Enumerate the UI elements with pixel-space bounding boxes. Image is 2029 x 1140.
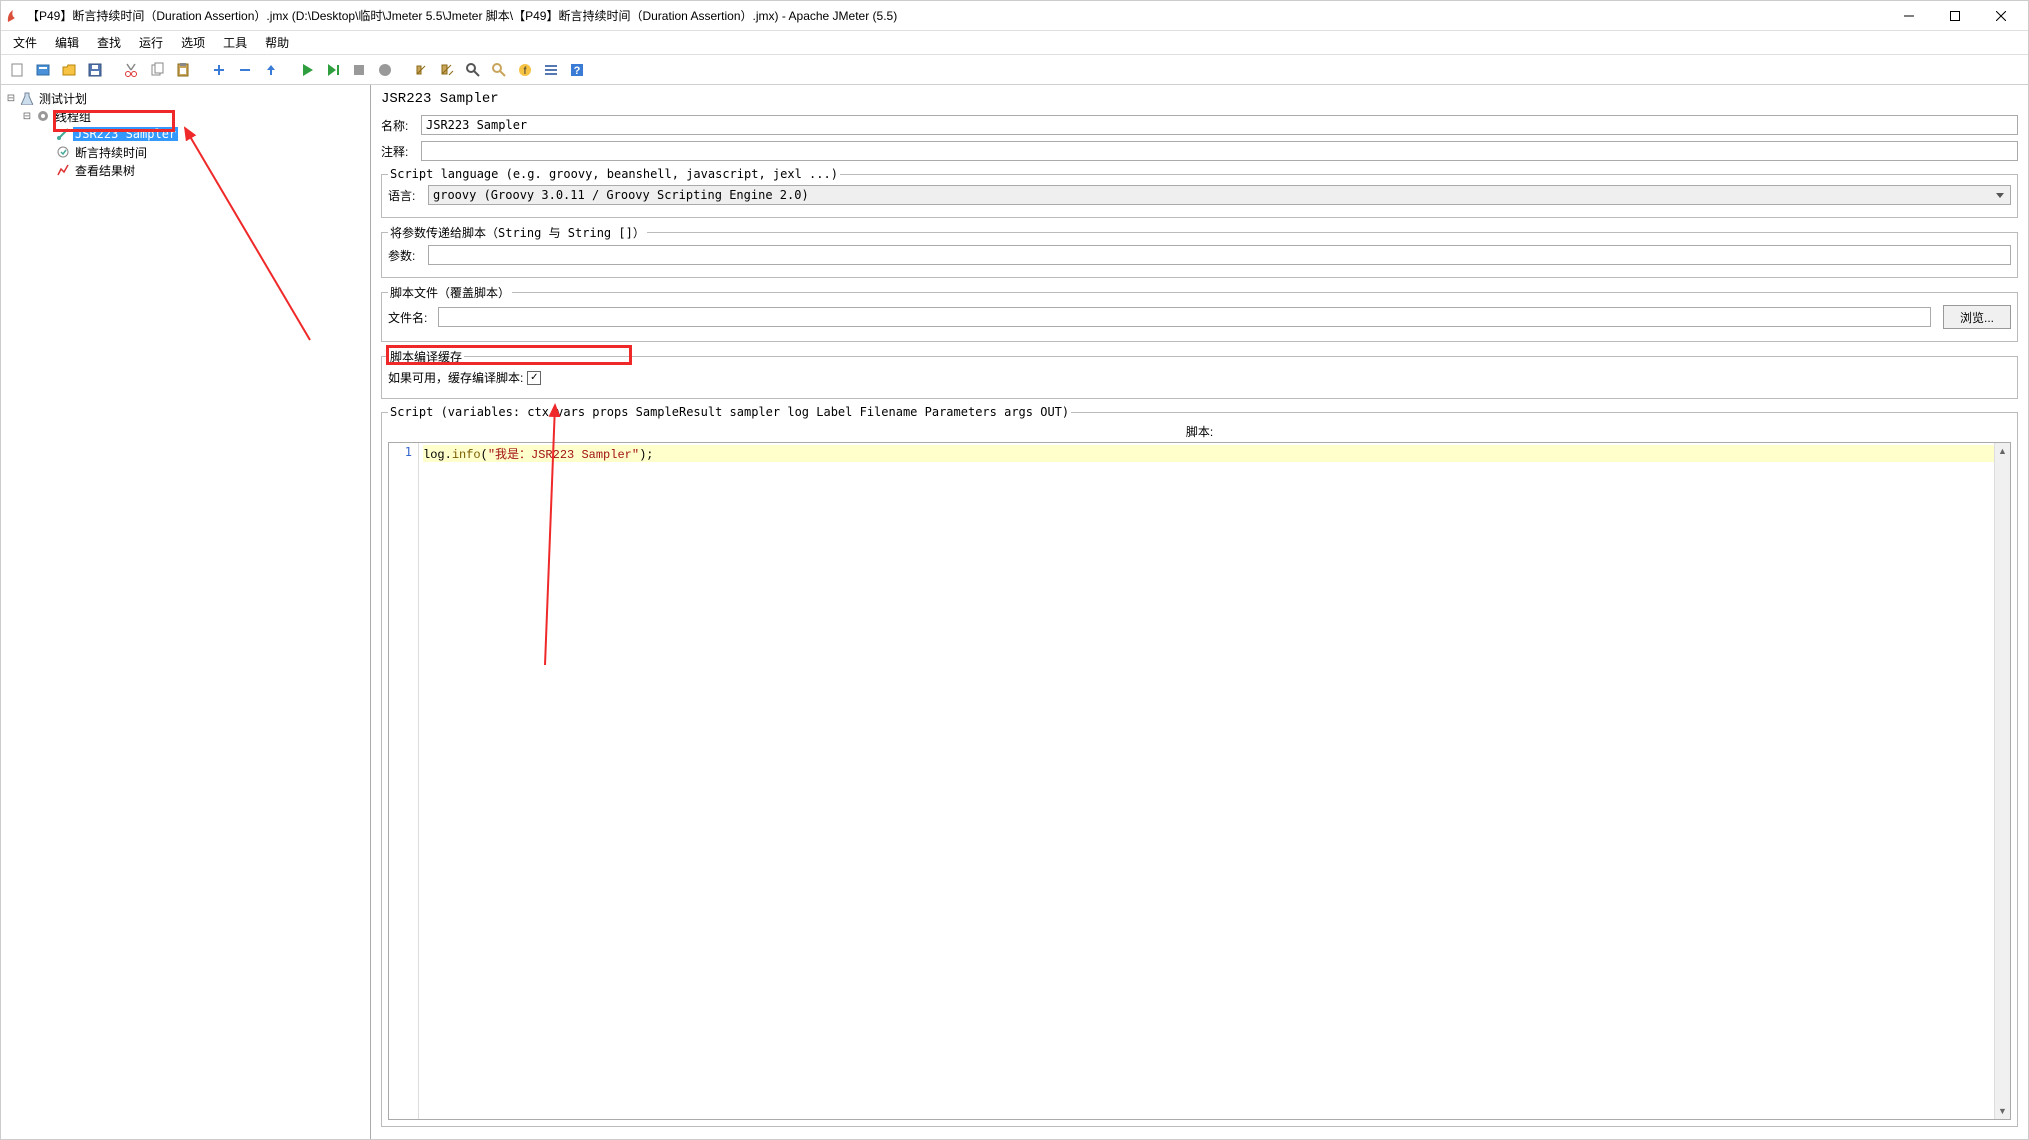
script-fieldset: Script (variables: ctx vars props Sample…: [381, 405, 2018, 1127]
menu-bar: 文件 编辑 查找 运行 选项 工具 帮助: [1, 31, 2028, 55]
tree-toggle-icon[interactable]: ⊟: [21, 111, 33, 122]
panel-title: JSR223 Sampler: [381, 91, 2018, 107]
menu-file[interactable]: 文件: [5, 31, 45, 54]
listener-icon: [55, 162, 71, 178]
script-file-legend: 脚本文件（覆盖脚本）: [388, 284, 512, 301]
copy-button[interactable]: [145, 58, 169, 82]
test-plan-tree[interactable]: ⊟ 测试计划 ⊟ 线程组 JSR223 Sampler 断言持续时间 查看结果树: [1, 85, 371, 1139]
help-button[interactable]: ?: [565, 58, 589, 82]
menu-run[interactable]: 运行: [131, 31, 171, 54]
tree-node-duration-assertion[interactable]: 断言持续时间: [73, 144, 149, 161]
start-button[interactable]: [295, 58, 319, 82]
menu-tools[interactable]: 工具: [215, 31, 255, 54]
maximize-button[interactable]: [1932, 1, 1978, 31]
tree-toggle-icon[interactable]: ⊟: [5, 93, 17, 104]
templates-button[interactable]: [31, 58, 55, 82]
function-helper-button[interactable]: f: [513, 58, 537, 82]
language-label: 语言:: [388, 187, 424, 204]
script-label: 脚本:: [388, 423, 2011, 440]
parameters-label: 参数:: [388, 247, 424, 264]
options-button[interactable]: [539, 58, 563, 82]
language-fieldset: Script language (e.g. groovy, beanshell,…: [381, 167, 2018, 218]
stop-button[interactable]: [347, 58, 371, 82]
new-button[interactable]: [5, 58, 29, 82]
clear-all-button[interactable]: [435, 58, 459, 82]
expand-button[interactable]: [207, 58, 231, 82]
filename-input[interactable]: [438, 307, 1931, 327]
window-title: 【P49】断言持续时间（Duration Assertion）.jmx (D:\…: [27, 7, 1886, 24]
save-button[interactable]: [83, 58, 107, 82]
clear-button[interactable]: [409, 58, 433, 82]
language-select[interactable]: groovy (Groovy 3.0.11 / Groovy Scripting…: [428, 185, 2011, 205]
scroll-down-icon[interactable]: ▼: [1995, 1103, 2010, 1119]
title-bar: 【P49】断言持续时间（Duration Assertion）.jmx (D:\…: [1, 1, 2028, 31]
shutdown-button[interactable]: [373, 58, 397, 82]
parameters-fieldset: 将参数传递给脚本（String 与 String []） 参数:: [381, 224, 2018, 278]
cut-button[interactable]: [119, 58, 143, 82]
sampler-icon: [55, 126, 71, 142]
filename-label: 文件名:: [388, 309, 434, 326]
gear-icon: [35, 108, 51, 124]
scroll-up-icon[interactable]: ▲: [1995, 443, 2010, 459]
paste-button[interactable]: [171, 58, 195, 82]
toggle-button[interactable]: [259, 58, 283, 82]
toolbar: f ?: [1, 55, 2028, 85]
cache-fieldset: 脚本编译缓存 如果可用，缓存编译脚本: ✓: [381, 348, 2018, 399]
minimize-button[interactable]: [1886, 1, 1932, 31]
comment-label: 注释:: [381, 143, 417, 160]
menu-help[interactable]: 帮助: [257, 31, 297, 54]
flask-icon: [19, 90, 35, 106]
open-button[interactable]: [57, 58, 81, 82]
tree-node-test-plan[interactable]: 测试计划: [37, 90, 89, 107]
menu-edit[interactable]: 编辑: [47, 31, 87, 54]
name-label: 名称:: [381, 117, 417, 134]
editor-scrollbar[interactable]: ▲ ▼: [1994, 443, 2010, 1119]
menu-search[interactable]: 查找: [89, 31, 129, 54]
start-no-pause-button[interactable]: [321, 58, 345, 82]
menu-options[interactable]: 选项: [173, 31, 213, 54]
search-button[interactable]: [461, 58, 485, 82]
browse-button[interactable]: 浏览...: [1943, 305, 2011, 329]
element-editor-panel: JSR223 Sampler 名称: 注释: Script language (…: [371, 85, 2028, 1139]
script-file-fieldset: 脚本文件（覆盖脚本） 文件名: 浏览...: [381, 284, 2018, 342]
script-editor[interactable]: 1 log.info("我是：JSR223 Sampler"); ▲ ▼: [388, 442, 2011, 1120]
language-legend: Script language (e.g. groovy, beanshell,…: [388, 167, 840, 181]
cache-checkbox[interactable]: ✓: [527, 371, 541, 385]
parameters-input[interactable]: [428, 245, 2011, 265]
assertion-icon: [55, 144, 71, 160]
editor-gutter: 1: [389, 443, 419, 1119]
cache-legend: 脚本编译缓存: [388, 348, 464, 365]
close-button[interactable]: [1978, 1, 2024, 31]
collapse-button[interactable]: [233, 58, 257, 82]
cache-label: 如果可用，缓存编译脚本:: [388, 369, 523, 386]
reset-search-button[interactable]: [487, 58, 511, 82]
name-input[interactable]: [421, 115, 2018, 135]
svg-text:f: f: [524, 66, 527, 77]
svg-text:?: ?: [574, 65, 581, 77]
jmeter-icon: [5, 8, 21, 24]
script-legend: Script (variables: ctx vars props Sample…: [388, 405, 1071, 419]
comment-input[interactable]: [421, 141, 2018, 161]
tree-node-jsr223-sampler[interactable]: JSR223 Sampler: [73, 127, 178, 141]
parameters-legend: 将参数传递给脚本（String 与 String []）: [388, 224, 647, 241]
tree-node-thread-group[interactable]: 线程组: [53, 108, 93, 125]
tree-node-view-results-tree[interactable]: 查看结果树: [73, 162, 137, 179]
